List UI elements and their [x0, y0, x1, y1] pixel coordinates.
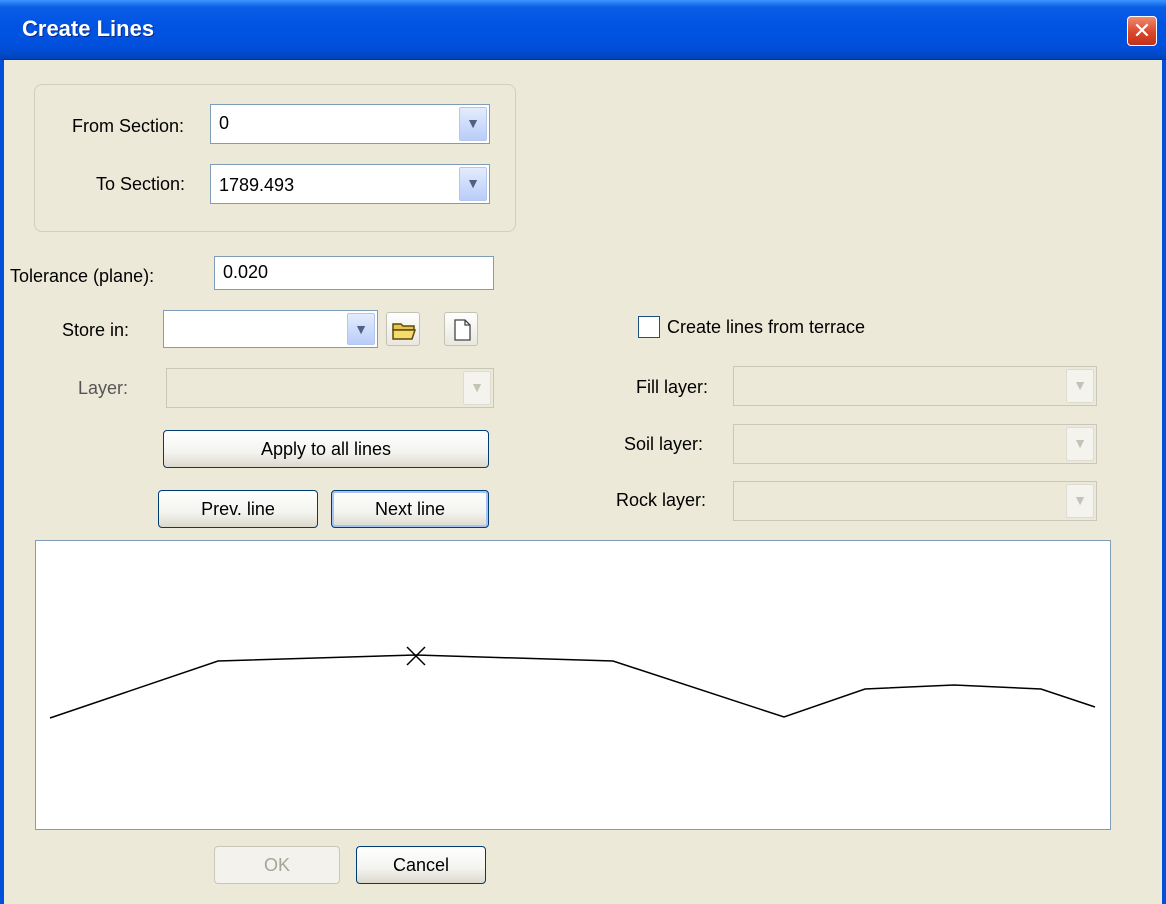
- tolerance-input[interactable]: 0.020: [214, 256, 494, 290]
- create-lines-from-terrace-checkbox[interactable]: [638, 316, 660, 338]
- apply-to-all-lines-button[interactable]: Apply to all lines: [163, 430, 489, 468]
- folder-open-icon: [392, 323, 417, 340]
- from-section-value: 0: [219, 113, 230, 133]
- window-frame-left: [0, 60, 4, 904]
- soil-layer-combo[interactable]: ▼: [733, 424, 1097, 464]
- tolerance-label: Tolerance (plane):: [10, 266, 155, 286]
- to-section-label: To Section:: [96, 174, 186, 194]
- prev-line-button[interactable]: Prev. line: [158, 490, 318, 528]
- open-folder-button[interactable]: [386, 312, 420, 346]
- rock-layer-label: Rock layer:: [616, 490, 707, 510]
- from-section-label: From Section:: [72, 116, 185, 136]
- to-section-combo[interactable]: 1789.493 ▼: [210, 164, 490, 204]
- store-in-combo[interactable]: ▼: [163, 310, 378, 348]
- chevron-down-icon: ▼: [1066, 369, 1094, 403]
- close-button[interactable]: ✕: [1127, 16, 1157, 46]
- store-in-label: Store in:: [62, 320, 130, 340]
- soil-layer-label: Soil layer:: [624, 434, 704, 454]
- layer-combo[interactable]: ▼: [166, 368, 494, 408]
- tolerance-value: 0.020: [223, 262, 269, 282]
- to-section-value: 1789.493: [219, 175, 295, 195]
- next-line-button[interactable]: Next line: [331, 490, 489, 528]
- chevron-down-icon: ▼: [1066, 484, 1094, 518]
- new-file-icon: [454, 319, 471, 341]
- chevron-down-icon: ▼: [463, 371, 491, 405]
- fill-layer-combo[interactable]: ▼: [733, 366, 1097, 406]
- rock-layer-combo[interactable]: ▼: [733, 481, 1097, 521]
- title-bar: Create Lines ✕: [0, 0, 1166, 60]
- chevron-down-icon[interactable]: ▼: [459, 167, 487, 201]
- x-marker-icon: [406, 646, 426, 666]
- layer-label: Layer:: [78, 378, 129, 398]
- cancel-button[interactable]: Cancel: [356, 846, 486, 884]
- chevron-down-icon: ▼: [1066, 427, 1094, 461]
- ok-button[interactable]: OK: [214, 846, 340, 884]
- profile-canvas: [49, 646, 1096, 719]
- create-lines-from-terrace-label[interactable]: Create lines from terrace: [667, 317, 865, 338]
- window-title: Create Lines: [22, 16, 155, 41]
- chevron-down-icon[interactable]: ▼: [347, 313, 375, 345]
- fill-layer-label: Fill layer:: [636, 377, 709, 397]
- terrain-profile-line: [49, 654, 1096, 719]
- new-file-button[interactable]: [444, 312, 478, 346]
- window-frame-right: [1162, 60, 1166, 904]
- chevron-down-icon[interactable]: ▼: [459, 107, 487, 141]
- profile-preview: [35, 540, 1111, 830]
- close-icon: ✕: [1132, 18, 1152, 43]
- from-section-combo[interactable]: 0 ▼: [210, 104, 490, 144]
